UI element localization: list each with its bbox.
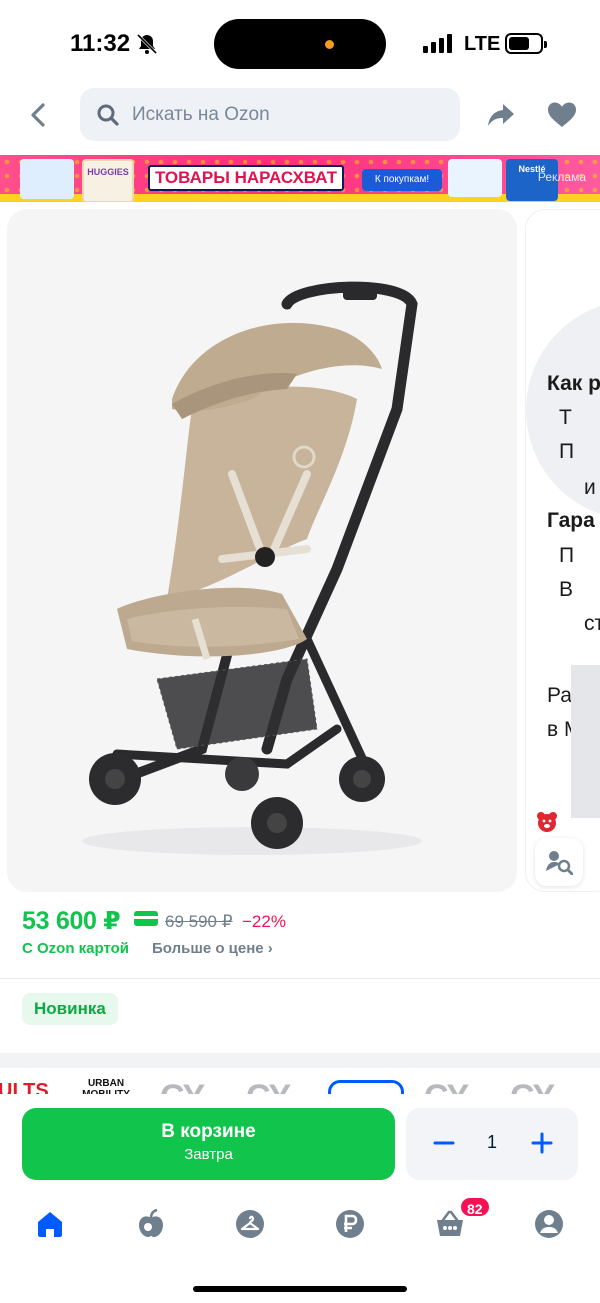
- search-input[interactable]: Искать на Ozon: [80, 88, 460, 141]
- search-icon: [97, 104, 119, 126]
- visual-search-button[interactable]: [535, 838, 583, 886]
- mic-indicator: [325, 40, 334, 49]
- slide-bullet: В: [559, 578, 574, 601]
- hanger-icon[interactable]: [234, 1208, 266, 1240]
- bear-icon: [537, 812, 557, 832]
- slide-bullet: П: [559, 544, 575, 567]
- price-more-link[interactable]: Больше о цене ›: [152, 940, 273, 957]
- price-old: 69 590 ₽: [165, 912, 233, 931]
- bottom-tab-bar: 82: [0, 1194, 600, 1303]
- in-cart-button[interactable]: В корзине Завтра: [22, 1108, 395, 1180]
- profile-icon[interactable]: [533, 1208, 565, 1240]
- slide-bullet-cont: ст: [584, 612, 600, 635]
- heart-icon[interactable]: [547, 101, 577, 129]
- slide-image: [571, 665, 600, 818]
- ruble-icon[interactable]: [334, 1208, 366, 1240]
- slide-heading: Как р: [547, 372, 600, 395]
- back-arrow-icon[interactable]: [24, 100, 54, 130]
- new-badge: Новинка: [22, 993, 118, 1025]
- network-label: LTE: [464, 33, 501, 55]
- cart-bar: В корзине Завтра 1: [0, 1094, 600, 1194]
- promo-banner[interactable]: HUGGIES ТОВАРЫ НАРАСХВАТ К покупкам! Nes…: [0, 155, 600, 202]
- slide-bullet-cont: и: [584, 476, 596, 499]
- discount-badge: −22%: [242, 912, 286, 931]
- card-icon: [134, 911, 158, 926]
- share-icon[interactable]: [486, 100, 516, 130]
- bell-muted-icon: [136, 33, 158, 55]
- clock: 11:32: [70, 30, 131, 57]
- slide-heading: Гара: [547, 509, 595, 532]
- ozon-card-label: С Ozon картой: [22, 940, 130, 957]
- banner-cta-button[interactable]: К покупкам!: [362, 169, 442, 191]
- battery-icon: [505, 33, 547, 54]
- plus-icon[interactable]: [528, 1129, 556, 1157]
- water-bottle-image: [20, 159, 74, 199]
- status-bar: 11:32 LTE: [0, 0, 600, 88]
- signal-icon: [423, 34, 452, 53]
- cart-count-badge: 82: [459, 1196, 491, 1218]
- info-slide-preview[interactable]: Как р Т П и Гара П В ст Расш в Mis: [525, 209, 600, 892]
- quantity-stepper: 1: [406, 1108, 578, 1180]
- fresh-icon[interactable]: [135, 1208, 167, 1240]
- search-header: Искать на Ozon: [0, 88, 600, 155]
- ad-label: Реклама: [537, 170, 586, 184]
- slide-bullet: Т: [559, 406, 572, 429]
- delivery-label: Завтра: [184, 1146, 233, 1163]
- stroller-illustration: [82, 281, 422, 855]
- home-indicator: [193, 1286, 407, 1292]
- banner-title: ТОВАРЫ НАРАСХВАТ: [148, 165, 344, 191]
- dynamic-island: [214, 19, 386, 69]
- diaper-pack-image: HUGGIES: [82, 159, 134, 202]
- search-placeholder: Искать на Ozon: [132, 103, 270, 125]
- divider: [0, 978, 600, 979]
- product-photo-stroller[interactable]: [7, 209, 517, 892]
- price-current: 53 600 ₽: [22, 907, 121, 935]
- price-block: 53 600 ₽ 69 590 ₽ −22% С Ozon картой Бол…: [0, 898, 600, 1053]
- image-search-icon: [546, 851, 573, 875]
- in-cart-label: В корзине: [161, 1121, 256, 1142]
- slide-bullet: П: [559, 440, 575, 463]
- product-gallery[interactable]: Как р Т П и Гара П В ст Расш в Mis: [0, 202, 600, 898]
- home-icon[interactable]: [34, 1208, 66, 1240]
- baby-food-pack-image: [448, 159, 502, 197]
